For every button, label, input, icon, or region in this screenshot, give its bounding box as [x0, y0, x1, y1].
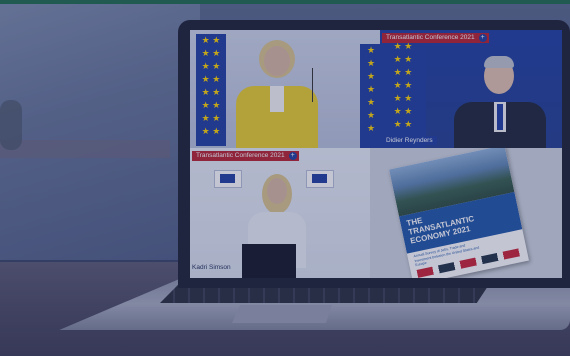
eu-logo-left — [214, 170, 242, 188]
eu-flag-edge: ★ ★ ★ ★ ★ ★ ★ — [360, 44, 380, 148]
microphone — [312, 68, 313, 102]
report-cover: THE TRANSATLANTIC ECONOMY 2021 Annual Su… — [389, 148, 529, 278]
laptop-screen: ★ ★ ★ ★ ★ ★ ★ ★ ★ ★ ★ ★ ★ ★ ★ ★ ★ ★ ★ ★ ★ ★ ★ ★ ★ ★ ★ ★… — [190, 30, 562, 278]
video-tile-speaker-3: Transatlantic Conference 2021 + Kadri Sim… — [190, 148, 370, 278]
podium — [242, 244, 296, 278]
speaker-nameplate: Didier Reynders — [382, 136, 437, 145]
video-tile-report: THE TRANSATLANTIC ECONOMY 2021 Annual Su… — [370, 148, 562, 278]
background-window — [0, 0, 200, 260]
speaker-nameplate: Kadri Simson — [192, 264, 231, 271]
laptop-trackpad — [232, 305, 332, 323]
eu-flag: ★ ★ ★ ★ ★ ★ ★ ★ ★ ★ ★ ★ ★ ★ ★ ★ — [196, 34, 226, 146]
top-strip — [0, 0, 570, 4]
conference-badge: Transatlantic Conference 2021 + — [192, 151, 299, 161]
scene: ★ ★ ★ ★ ★ ★ ★ ★ ★ ★ ★ ★ ★ ★ ★ ★ ★ ★ ★ ★ ★ ★ ★ ★ ★ ★ ★ ★… — [0, 0, 570, 356]
background-plant — [0, 100, 22, 150]
conference-badge: Transatlantic Conference 2021 + — [382, 33, 489, 43]
background-shelf — [0, 140, 170, 158]
eu-flag: ★ ★ ★ ★ ★ ★ ★ ★ ★ ★ ★ ★ ★ ★ — [380, 30, 426, 148]
video-tile-speaker-1: ★ ★ ★ ★ ★ ★ ★ ★ ★ ★ ★ ★ ★ ★ ★ ★ ★ ★ ★ ★ ★ ★ ★ — [190, 30, 380, 148]
video-tile-speaker-2: ★ ★ ★ ★ ★ ★ ★ ★ ★ ★ ★ ★ ★ ★ Transatlantic Conf… — [380, 30, 562, 148]
eu-logo-right — [306, 170, 334, 188]
